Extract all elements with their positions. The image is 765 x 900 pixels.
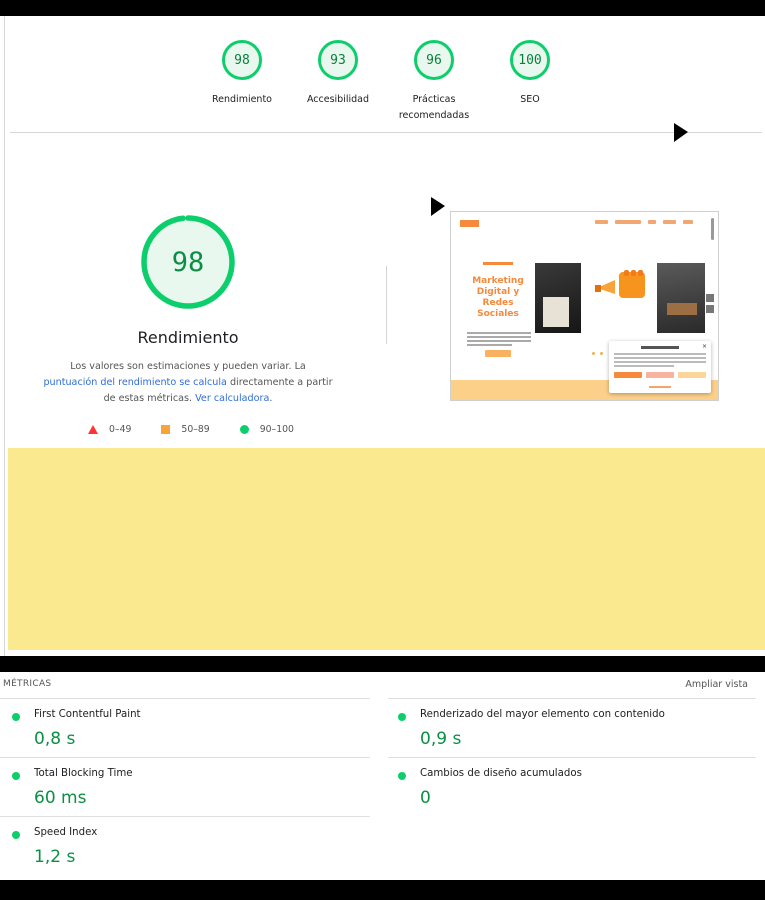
gauge-seo-label: SEO	[520, 94, 540, 105]
circle-icon	[239, 425, 249, 434]
metrics-header: MÉTRICAS	[3, 679, 52, 689]
gauge-performance[interactable]: 98 Rendimiento	[194, 40, 290, 124]
middle-black-bar	[0, 656, 765, 672]
thumb-side-icons	[706, 294, 714, 314]
thumb-carousel-dots	[592, 352, 603, 355]
triangle-icon	[88, 425, 98, 434]
gauge-performance-label: Rendimiento	[211, 94, 272, 105]
thumb-logo	[460, 220, 479, 227]
page-screenshot-thumbnail[interactable]: Marketing Digital y Redes Sociales ×	[450, 211, 719, 401]
thumb-photo-office	[657, 263, 705, 333]
legend-average: 50–89	[161, 424, 210, 435]
gauge-best-practices[interactable]: 96 Prácticas recomendadas	[386, 40, 482, 124]
legend-fail: 0–49	[88, 424, 131, 435]
gauge-best-practices-score: 96	[414, 40, 454, 80]
score-legend: 0–49 50–89 90–100	[88, 424, 324, 435]
gauge-seo[interactable]: 100 SEO	[482, 40, 578, 124]
gauge-performance-score: 98	[222, 40, 262, 80]
calculator-link[interactable]: Ver calculadora	[195, 393, 269, 404]
thumb-contact-button	[485, 350, 511, 357]
thumb-illustration	[595, 270, 645, 298]
thumb-tagline	[483, 262, 513, 265]
description-text: .	[269, 393, 273, 404]
pass-circle-icon	[12, 713, 20, 721]
metric-value: 1,2 s	[34, 847, 76, 867]
gauge-accessibility[interactable]: 93 Accesibilidad	[290, 40, 386, 124]
metric-value: 0	[420, 788, 431, 808]
gauge-accessibility-label: Accesibilidad	[306, 94, 370, 105]
thumb-paragraph	[467, 332, 531, 348]
bottom-black-bar	[0, 880, 765, 900]
legend-fail-label: 0–49	[109, 424, 132, 435]
performance-gauge: 98	[140, 214, 236, 310]
performance-title: Rendimiento	[137, 328, 239, 347]
mouse-cursor-icon	[674, 123, 688, 142]
legend-average-label: 50–89	[181, 424, 210, 435]
metric-label: Renderizado del mayor elemento con conte…	[420, 709, 665, 720]
metric-label: Cambios de diseño acumulados	[420, 768, 582, 779]
thumb-nav	[595, 220, 693, 224]
section-divider	[10, 132, 762, 133]
square-icon	[161, 425, 171, 434]
thumb-cookie-dialog: ×	[609, 341, 711, 393]
thumb-headline: Marketing Digital y Redes Sociales	[472, 276, 524, 319]
metric-label: First Contentful Paint	[34, 709, 141, 720]
pass-circle-icon	[12, 831, 20, 839]
thumb-scrollbar	[711, 218, 714, 240]
thumb-photo-desk	[535, 263, 581, 333]
metrics-divider	[0, 757, 370, 758]
pass-circle-icon	[398, 713, 406, 721]
panel-border	[4, 16, 5, 656]
top-black-bar	[0, 0, 765, 16]
metric-value: 0,9 s	[420, 729, 462, 749]
highlight-overlay	[8, 448, 765, 650]
legend-pass-label: 90–100	[259, 424, 294, 435]
score-calculation-link[interactable]: puntuación del rendimiento se calcula	[43, 377, 226, 388]
metrics-divider	[388, 757, 756, 758]
gauge-best-practices-label: Prácticas recomendadas	[398, 94, 470, 121]
gauge-seo-score: 100	[510, 40, 550, 80]
metric-label: Speed Index	[34, 827, 98, 838]
metrics-panel: MÉTRICAS Ampliar vista First Contentful …	[0, 672, 765, 880]
legend-pass: 90–100	[239, 424, 294, 435]
pass-circle-icon	[398, 772, 406, 780]
performance-score: 98	[171, 246, 205, 278]
vertical-separator	[386, 266, 387, 344]
expand-view-toggle[interactable]: Ampliar vista	[685, 679, 748, 690]
mouse-cursor-icon	[431, 197, 445, 216]
metric-label: Total Blocking Time	[34, 768, 133, 779]
metrics-divider	[0, 698, 370, 699]
score-gauges-row: 98 Rendimiento 93 Accesibilidad 96 Práct…	[194, 40, 578, 124]
metric-value: 60 ms	[34, 788, 87, 808]
pass-circle-icon	[12, 772, 20, 780]
metrics-divider	[388, 698, 756, 699]
metrics-divider	[0, 816, 370, 817]
performance-description: Los valores son estimaciones y pueden va…	[42, 359, 334, 407]
lighthouse-report-panel: 98 Rendimiento 93 Accesibilidad 96 Práct…	[0, 16, 765, 656]
description-text: Los valores son estimaciones y pueden va…	[70, 361, 306, 372]
metric-value: 0,8 s	[34, 729, 76, 749]
gauge-accessibility-score: 93	[318, 40, 358, 80]
